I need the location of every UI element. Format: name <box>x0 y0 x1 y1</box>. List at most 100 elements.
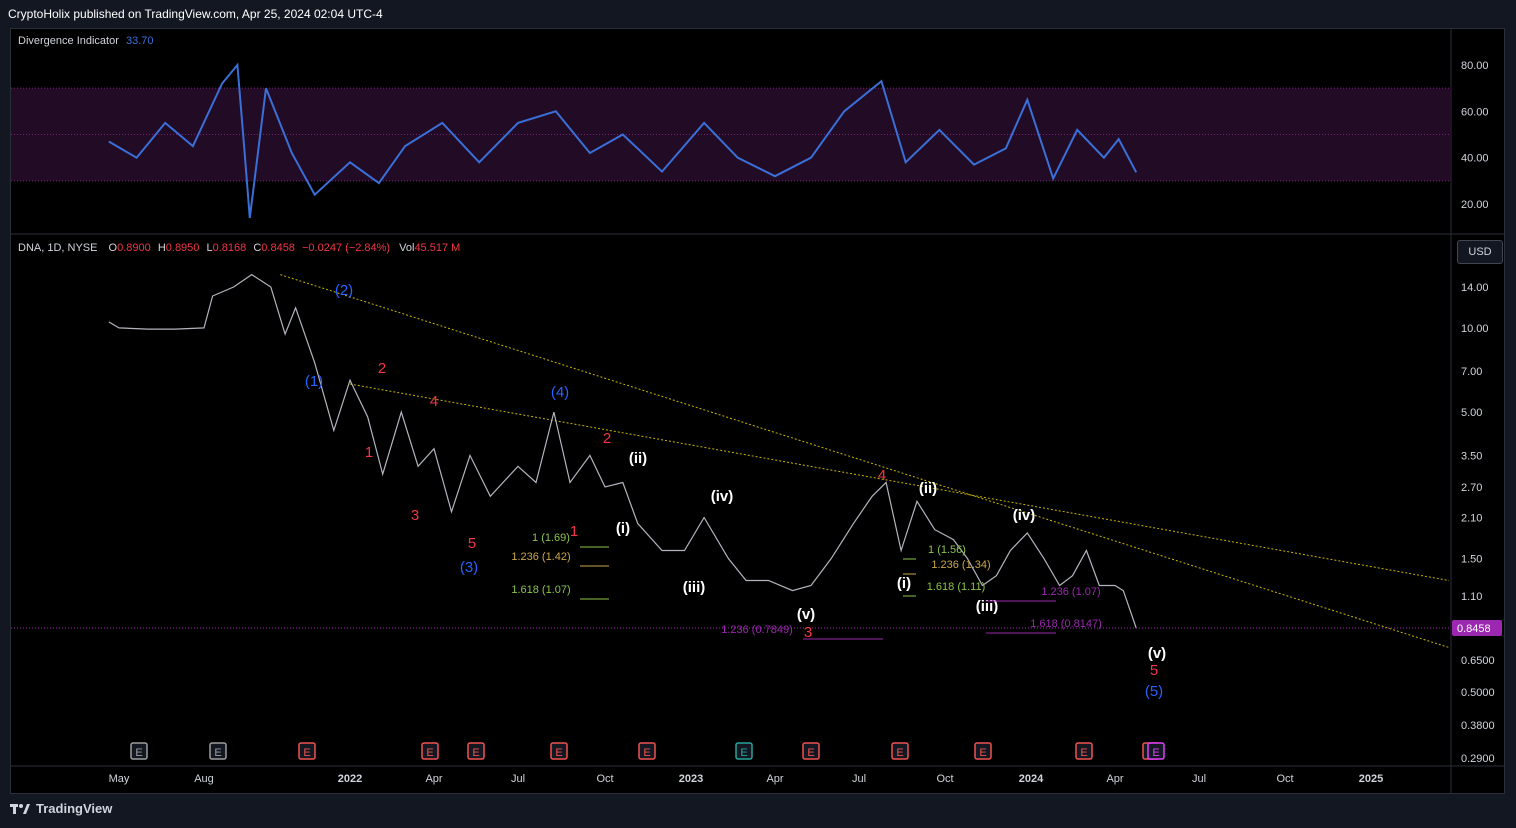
price-tick-label: 0.5000 <box>1461 687 1495 699</box>
change-value: −0.0247 (−2.84%) <box>302 242 391 254</box>
volume-label: Vol <box>399 242 415 254</box>
wave-label: (3) <box>460 559 478 576</box>
time-tick-label: 2022 <box>338 773 362 785</box>
price-tick-label: 0.6500 <box>1461 655 1495 667</box>
currency-button[interactable]: USD <box>1457 240 1503 264</box>
open-label: O <box>108 242 118 254</box>
indicator-tick-label: 40.00 <box>1461 153 1489 165</box>
time-tick-label: Oct <box>936 773 953 785</box>
earnings-event-label: E <box>740 747 747 759</box>
footer-brand[interactable]: TradingView <box>10 801 112 816</box>
wave-label: (ii) <box>919 480 937 497</box>
volume-value: 45.517 M <box>414 242 461 254</box>
wave-label: 3 <box>411 507 419 524</box>
wave-label: (1) <box>305 373 323 390</box>
fib-label: 1.236 (1.42) <box>511 551 570 563</box>
fib-label: 1.618 (1.07) <box>511 584 570 596</box>
wave-label: 4 <box>430 393 438 410</box>
indicator-name: Divergence Indicator <box>18 35 119 47</box>
wave-label: (v) <box>797 606 815 623</box>
chart-canvas[interactable]: 80.00 60.00 40.00 20.00 14.00 10.00 7.00 5.00 3.… <box>11 29 1504 793</box>
price-tick-label: 1.50 <box>1461 553 1482 565</box>
wave-label: (iii) <box>683 579 706 596</box>
tradingview-logo-icon <box>10 803 30 814</box>
open-value: 0.8900 <box>117 242 151 254</box>
price-tick-label: 10.00 <box>1461 323 1489 335</box>
fib-label: 1.618 (1.11) <box>927 581 986 593</box>
wave-label: 1 <box>365 444 373 461</box>
price-series-line <box>108 273 1137 629</box>
time-tick-label: Apr <box>1106 773 1123 785</box>
price-tick-label: 0.3800 <box>1461 720 1495 732</box>
time-tick-label: 2025 <box>1359 773 1383 785</box>
price-tick-label: 3.50 <box>1461 450 1482 462</box>
indicator-legend: Divergence Indicator 33.70 <box>18 35 153 47</box>
earnings-event-label: E <box>214 747 221 759</box>
earnings-event-label: E <box>643 747 650 759</box>
time-tick-label: Apr <box>766 773 783 785</box>
earnings-event-label: E <box>555 747 562 759</box>
earnings-event-label: E <box>426 747 433 759</box>
indicator-tick-label: 20.00 <box>1461 199 1489 211</box>
indicator-tick-label: 80.00 <box>1461 60 1489 72</box>
fib-label: 1 (1.56) <box>928 544 966 556</box>
price-tick-label: 5.00 <box>1461 407 1482 419</box>
wave-label: (ii) <box>629 450 647 467</box>
earnings-event-label: E <box>1080 747 1087 759</box>
time-tick-label: Oct <box>596 773 613 785</box>
time-tick-label: May <box>109 773 130 785</box>
high-label: H <box>157 242 166 254</box>
time-tick-label: Jul <box>852 773 866 785</box>
price-tick-label: 14.00 <box>1461 282 1489 294</box>
wave-label: (iv) <box>1013 507 1036 524</box>
time-tick-label: Oct <box>1276 773 1293 785</box>
price-tick-label: 7.00 <box>1461 366 1482 378</box>
earnings-event-label: E <box>1152 747 1159 759</box>
wave-label: (5) <box>1145 683 1163 700</box>
wave-label: (4) <box>551 384 569 401</box>
time-tick-label: 2023 <box>679 773 703 785</box>
fib-label: 1 (1.69) <box>532 532 570 544</box>
price-tick-label: 0.2900 <box>1461 753 1495 765</box>
fib-label: 1.618 (0.8147) <box>1030 618 1102 630</box>
wave-label: 2 <box>378 360 386 377</box>
earnings-event-label: E <box>896 747 903 759</box>
price-tick-label: 1.10 <box>1461 591 1482 603</box>
indicator-tick-label: 60.00 <box>1461 106 1489 118</box>
chart-frame: 80.00 60.00 40.00 20.00 14.00 10.00 7.00 5.00 3.… <box>10 28 1505 794</box>
last-price-label: 0.8458 <box>1457 623 1491 635</box>
time-tick-label: Jul <box>511 773 525 785</box>
wave-label: 3 <box>804 624 812 641</box>
earnings-event-label: E <box>807 747 814 759</box>
footer-brand-text: TradingView <box>36 801 113 816</box>
wave-label: 5 <box>1150 662 1158 679</box>
wave-label: 1 <box>570 523 578 540</box>
high-value: 0.8950 <box>165 242 200 254</box>
time-tick-label: Aug <box>194 773 214 785</box>
wave-label: 4 <box>878 467 886 484</box>
close-value: 0.8458 <box>261 242 295 254</box>
symbol-label: DNA, 1D, NYSE <box>18 242 98 254</box>
wave-label: (i) <box>616 520 630 537</box>
earnings-event-label: E <box>303 747 310 759</box>
earnings-event-label: E <box>135 747 142 759</box>
low-value: 0.8168 <box>212 242 247 254</box>
fib-label: 1.236 (1.34) <box>931 559 990 571</box>
earnings-event-label: E <box>472 747 479 759</box>
price-legend: DNA, 1D, NYSE O0.8900 H0.8950 L0.8168 C0… <box>18 242 460 254</box>
earnings-event-label: E <box>979 747 986 759</box>
trendline-upper <box>280 274 1450 648</box>
time-tick-label: Apr <box>425 773 442 785</box>
wave-label: 5 <box>468 535 476 552</box>
wave-label: 2 <box>603 430 611 447</box>
time-tick-label: Jul <box>1192 773 1206 785</box>
wave-label: (iv) <box>711 488 734 505</box>
fib-label: 1.236 (1.07) <box>1041 586 1100 598</box>
wave-label: (i) <box>897 575 911 592</box>
fib-label: 1.236 (0.7849) <box>721 624 793 636</box>
wave-label: (v) <box>1148 645 1166 662</box>
publisher-header: CryptoHolix published on TradingView.com… <box>8 7 383 21</box>
indicator-value: 33.70 <box>125 35 154 47</box>
time-tick-label: 2024 <box>1019 773 1044 785</box>
price-tick-label: 2.10 <box>1461 512 1482 524</box>
